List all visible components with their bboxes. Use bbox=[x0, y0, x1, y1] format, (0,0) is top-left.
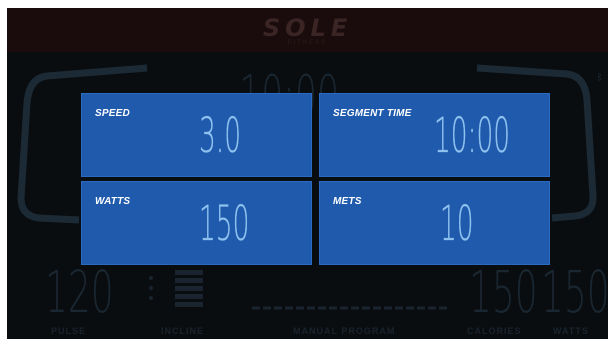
mets-tile[interactable]: METS 10 bbox=[319, 181, 550, 265]
background-calories-label: CALORIES bbox=[467, 326, 522, 336]
segment-time-label: SEGMENT TIME bbox=[333, 108, 412, 119]
mets-label: METS bbox=[333, 196, 362, 207]
watts-label: WATTS bbox=[95, 196, 131, 207]
background-pulse-value: 120 bbox=[45, 258, 114, 326]
speed-value: 3.0 bbox=[199, 108, 241, 164]
speed-label: SPEED bbox=[95, 108, 130, 119]
background-incline-label: INCLINE bbox=[161, 326, 204, 336]
watts-tile[interactable]: WATTS 150 bbox=[81, 181, 312, 265]
background-calories-value: 150 bbox=[469, 258, 538, 326]
bluetooth-icon: ᛒ bbox=[597, 72, 603, 82]
console-screen: SOLE FITNESS 10:00 120 PULSE INCLINE MAN… bbox=[7, 8, 608, 339]
watts-value: 150 bbox=[199, 196, 250, 252]
background-pulse-label: PULSE bbox=[51, 326, 87, 336]
background-watts-label: WATTS bbox=[553, 326, 589, 336]
segment-time-value: 10:00 bbox=[434, 108, 511, 164]
background-program-label: MANUAL PROGRAM bbox=[293, 326, 396, 336]
background-watts-value: 150 bbox=[541, 258, 608, 326]
speed-tile[interactable]: SPEED 3.0 bbox=[81, 93, 312, 177]
segment-time-tile[interactable]: SEGMENT TIME 10:00 bbox=[319, 93, 550, 177]
mets-value: 10 bbox=[440, 196, 474, 252]
